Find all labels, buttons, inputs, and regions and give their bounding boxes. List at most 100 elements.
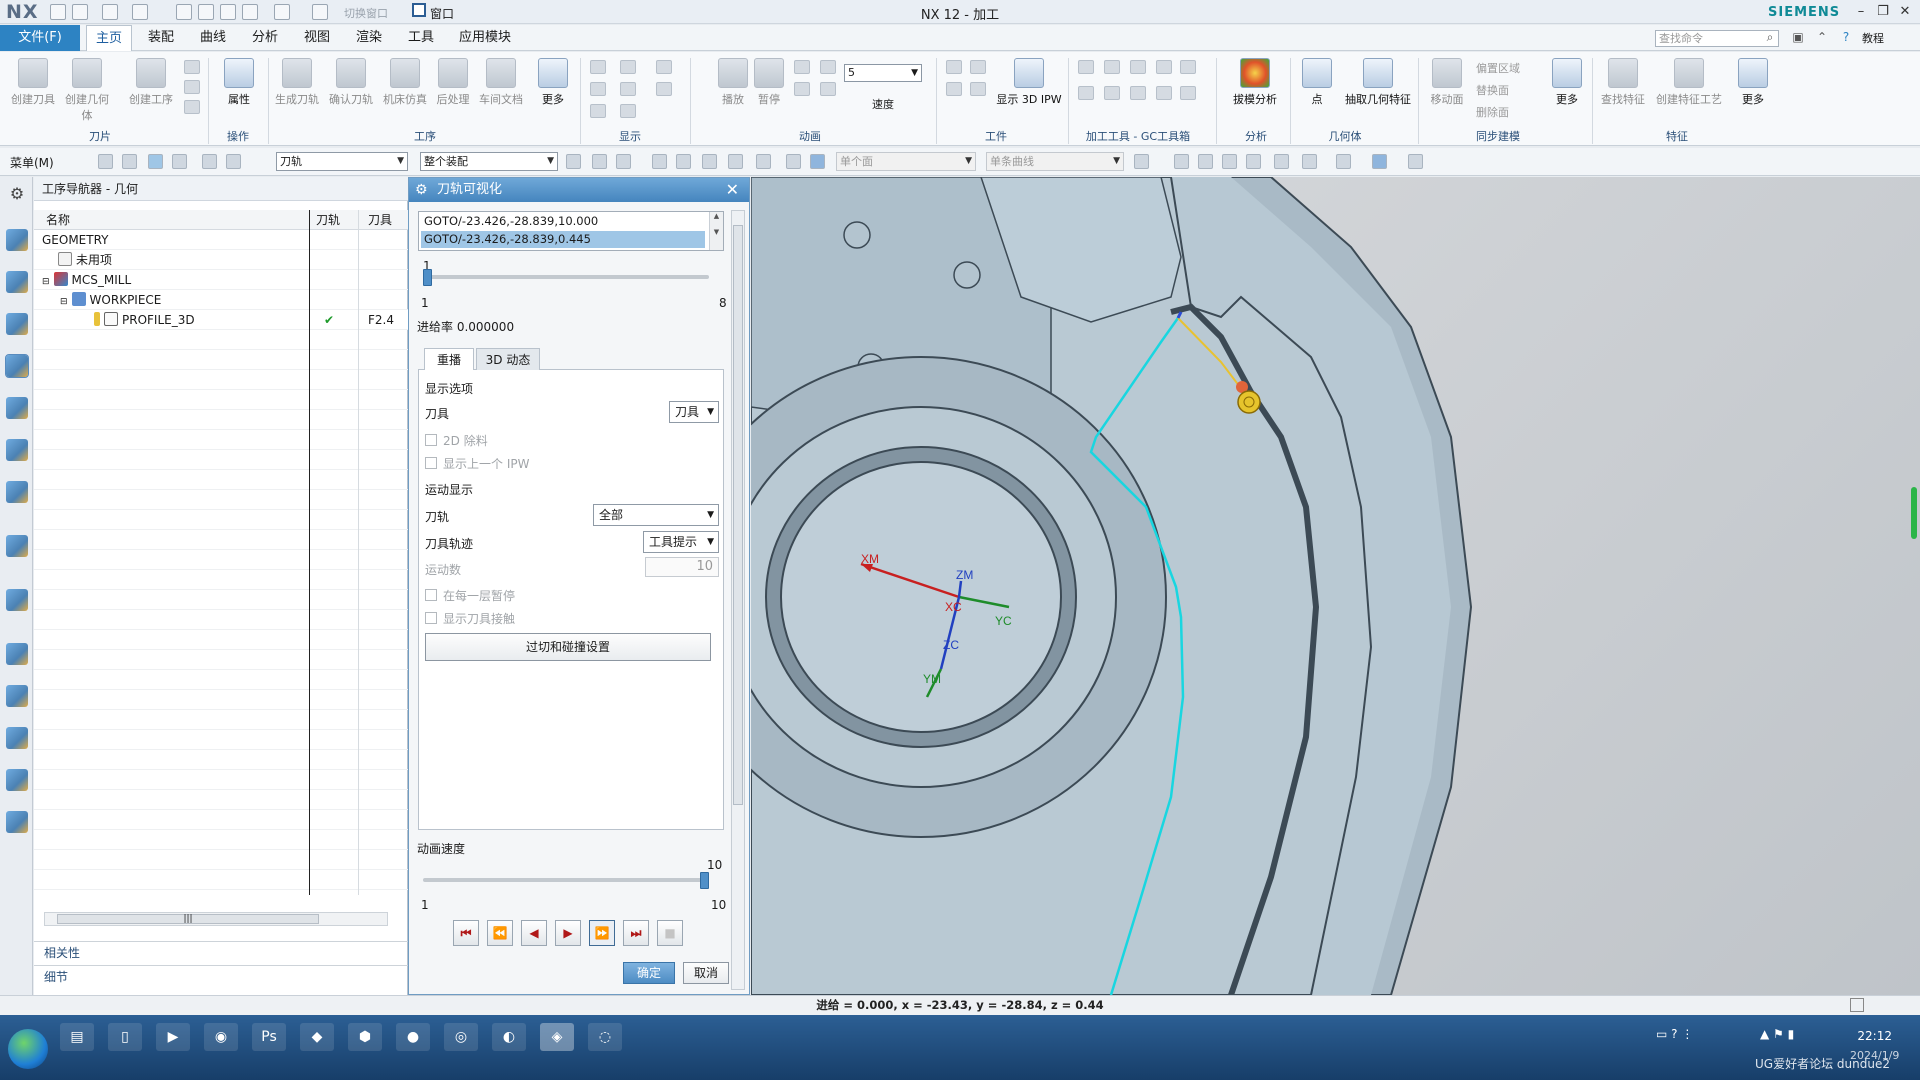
display-icon[interactable] [620,82,636,96]
selection-tool-icon[interactable] [172,154,187,169]
rotate-icon[interactable] [1222,154,1237,169]
shop-doc-button[interactable]: 车间文档 [474,58,528,107]
media-player-icon[interactable]: ▶ [156,1023,190,1051]
tutorial-link[interactable]: 教程 [1862,30,1884,46]
replace-face-button[interactable]: 替换面 [1476,82,1509,98]
tab-home[interactable]: 主页 [86,25,132,51]
table-row[interactable]: PROFILE_3D ✔ F2.4 [34,310,408,330]
display-icon[interactable] [620,104,636,118]
show-tool-contact-checkbox[interactable] [425,612,437,624]
tab-replay[interactable]: 重播 [424,348,474,370]
column-tool[interactable]: 刀具 [364,210,392,230]
selection-tool-icon[interactable] [202,154,217,169]
show-prev-ipw-checkbox[interactable] [425,457,437,469]
view-tool-icon[interactable] [1302,154,1317,169]
step-icon[interactable] [820,60,836,74]
step-icon[interactable] [820,82,836,96]
display-icon[interactable] [590,104,606,118]
tool-library-icon[interactable] [6,439,28,461]
gc-tool-icon[interactable] [1180,60,1196,74]
geometry-view-icon[interactable] [6,313,28,335]
machine-sim-button[interactable]: 机床仿真 [378,58,432,107]
tab-tools[interactable]: 工具 [398,25,444,51]
pause-each-layer-checkbox[interactable] [425,589,437,601]
play-button[interactable]: ▶ [555,920,581,946]
draft-analysis-button[interactable]: 拔模分析 [1228,58,1282,107]
reuse-library-icon[interactable] [6,481,28,503]
horizontal-scrollbar[interactable]: ||| [44,912,388,926]
scope-select[interactable]: 整个装配 ▼ [420,152,558,171]
roles-icon[interactable] [6,769,28,791]
gc-tool-icon[interactable] [1104,86,1120,100]
display-icon[interactable] [620,60,636,74]
display-icon[interactable] [656,60,672,74]
small-tool-icon[interactable] [184,80,200,94]
tab-3d-dynamic[interactable]: 3D 动态 [476,348,540,370]
tab-application[interactable]: 应用模块 [450,25,520,51]
gc-tool-icon[interactable] [1130,86,1146,100]
collapse-icon[interactable]: ⊟ [60,297,68,307]
workpiece-icon[interactable] [970,82,986,96]
trace-select[interactable]: 工具提示 ▼ [643,531,719,553]
scrollbar-thumb[interactable]: ||| [57,914,319,924]
restore-icon[interactable]: ❐ [1872,2,1894,22]
system-scenes-icon[interactable] [6,811,28,833]
render-style-icon[interactable] [1372,154,1387,169]
goto-list[interactable]: GOTO/-23.426,-28.839,10.000 GOTO/-23.426… [418,211,724,251]
collapse-ribbon-icon[interactable]: ⌃ [1814,29,1830,45]
cube-icon[interactable] [810,154,825,169]
cancel-button[interactable]: 取消 [683,962,729,984]
qq-icon[interactable]: ● [396,1023,430,1051]
collapse-icon[interactable]: ⊟ [42,277,50,287]
app-icon[interactable]: ◌ [588,1023,622,1051]
table-row[interactable]: ⊟ WORKPIECE [34,290,408,310]
animation-speed-select[interactable]: 5 ▼ [844,64,922,82]
snap-icon[interactable] [676,154,691,169]
explorer-icon[interactable]: ▤ [60,1023,94,1051]
tab-curve[interactable]: 曲线 [190,25,236,51]
gc-tool-icon[interactable] [1156,86,1172,100]
delete-face-button[interactable]: 删除面 [1476,104,1509,120]
verify-path-button[interactable]: 确认刀轨 [324,58,378,107]
close-icon[interactable]: ✕ [1894,2,1916,22]
fast-forward-to-end-button[interactable]: ⏭ [623,920,649,946]
snap-icon[interactable] [756,154,771,169]
list-item-selected[interactable]: GOTO/-23.426,-28.839,0.445 [421,231,705,248]
web-browser-icon[interactable] [6,589,28,611]
photoshop-icon[interactable]: Ps [252,1023,286,1051]
step-icon[interactable] [794,82,810,96]
step-icon[interactable] [794,60,810,74]
pause-button[interactable]: 暂停 [742,58,796,107]
column-divider[interactable] [358,210,359,895]
scrollbar-thumb[interactable] [733,225,743,805]
create-feature-process-button[interactable]: 创建特征工艺 [1652,58,1726,107]
chat-icon[interactable]: ◆ [300,1023,334,1051]
selection-tool-icon[interactable] [148,154,163,169]
document-icon[interactable]: ▯ [108,1023,142,1051]
tray-icons[interactable]: ▲ ⚑ ▮ [1760,1027,1794,1041]
point-button[interactable]: 点 [1290,58,1344,107]
list-scrollbar[interactable]: ▲ ▼ [709,212,723,250]
2d-material-checkbox[interactable] [425,434,437,446]
face-rule-select[interactable]: 单个面 ▼ [836,152,976,171]
display-icon[interactable] [590,60,606,74]
step-forward-button[interactable]: ⏩ [589,920,615,946]
ok-button[interactable]: 确定 [623,962,675,984]
selection-tool-icon[interactable] [98,154,113,169]
fullscreen-icon[interactable] [1850,998,1864,1012]
info-icon[interactable] [6,535,28,557]
view-tool-icon[interactable] [1336,154,1351,169]
find-feature-button[interactable]: 查找特征 [1596,58,1650,107]
offset-region-button[interactable]: 偏置区域 [1476,60,1520,76]
close-icon[interactable]: ✕ [726,178,739,202]
anim-speed-slider-thumb[interactable] [700,872,709,889]
app-icon[interactable]: ⬢ [348,1023,382,1051]
display-icon[interactable] [590,82,606,96]
stop-button[interactable]: ■ [657,920,683,946]
operation-navigator-icon[interactable] [5,354,29,378]
table-row[interactable]: GEOMETRY [34,230,408,250]
more-sync-button[interactable]: 更多 [1540,58,1594,107]
workpiece-icon[interactable] [946,60,962,74]
system-materials-icon[interactable] [6,685,28,707]
tab-render[interactable]: 渲染 [346,25,392,51]
